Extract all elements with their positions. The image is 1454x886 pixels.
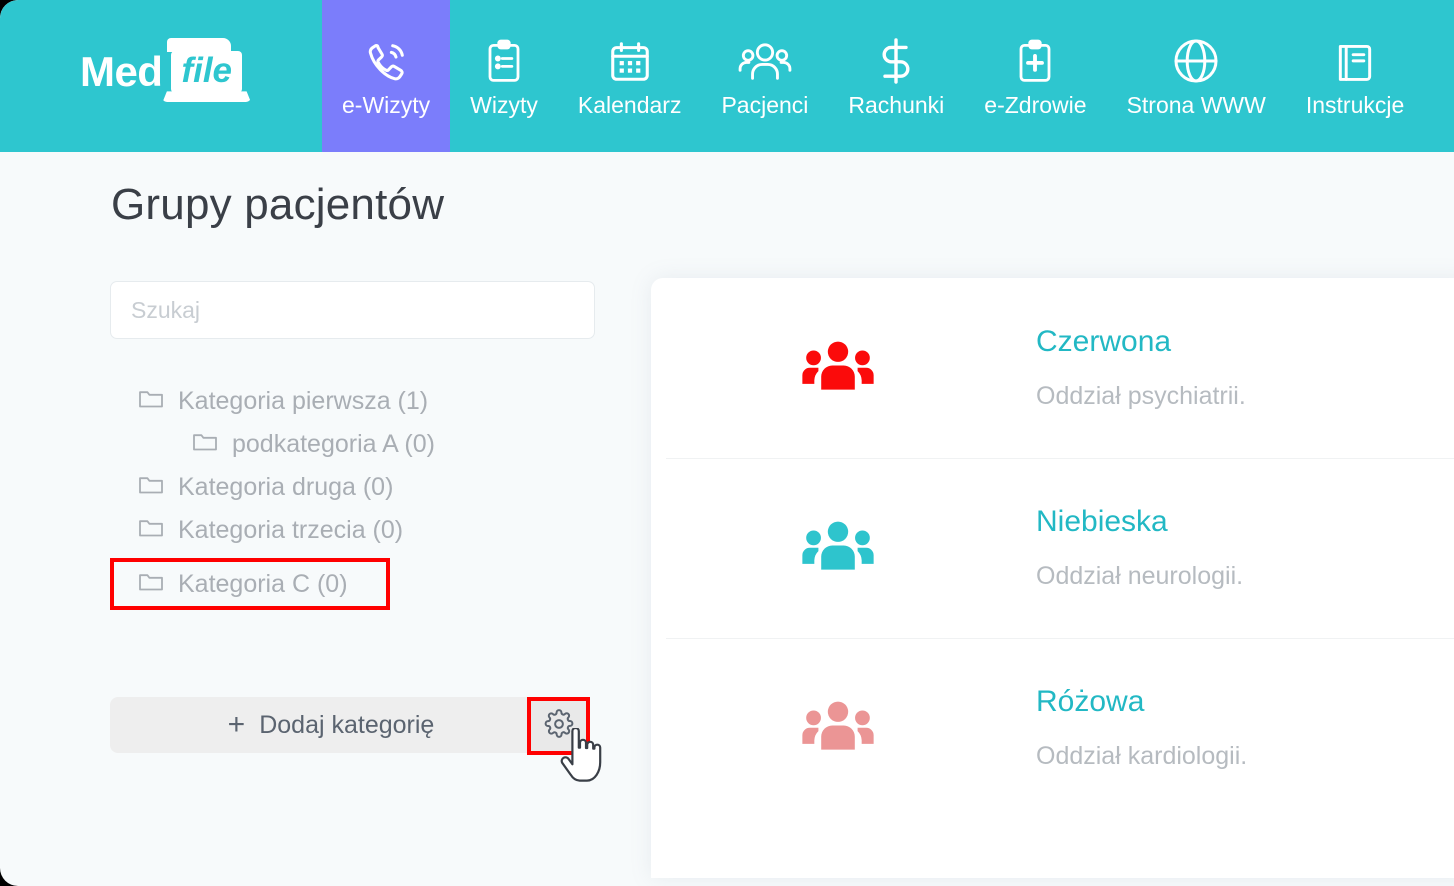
phone-call-icon — [363, 35, 409, 85]
group-description: Oddział neurologii. — [1036, 562, 1244, 590]
nav-item-kalendarz[interactable]: Kalendarz — [558, 0, 702, 152]
top-navigation-bar: Med file e-Wizyty Wizyty Kalendarz Pacje… — [0, 0, 1454, 152]
add-category-button[interactable]: + Dodaj kategorię — [110, 697, 552, 753]
group-row-rozowa[interactable]: Różowa Oddział kardiologii. — [651, 638, 1454, 818]
globe-icon — [1172, 35, 1220, 85]
nav-item-label: Wizyty — [470, 92, 538, 118]
category-tree: Kategoria pierwsza (1) podkategoria A (0… — [110, 380, 610, 610]
nav-item-rachunki[interactable]: Rachunki — [828, 0, 964, 152]
people-group-icon — [738, 35, 792, 85]
group-description: Oddział psychiatrii. — [1036, 382, 1246, 410]
people-group-icon — [801, 338, 875, 399]
brand-logo-file: file — [167, 37, 243, 94]
nav-item-label: Rachunki — [848, 92, 945, 118]
search-input[interactable] — [110, 281, 595, 339]
nav-item-label: e-Zdrowie — [984, 92, 1087, 118]
folder-icon — [138, 571, 164, 598]
tree-item-label: Kategoria pierwsza (1) — [178, 387, 429, 415]
nav-item-label: Strona WWW — [1126, 92, 1266, 118]
brand-logo-med: Med — [79, 48, 163, 95]
group-name-link[interactable]: Niebieska — [1036, 505, 1243, 538]
nav-item-e-zdrowie[interactable]: e-Zdrowie — [964, 0, 1106, 152]
group-name-link[interactable]: Różowa — [1036, 685, 1247, 718]
tree-item-podkategoria-a[interactable]: podkategoria A (0) — [110, 423, 610, 466]
dollar-sign-icon — [878, 35, 914, 85]
category-settings-button[interactable] — [527, 697, 590, 755]
gear-icon — [544, 708, 574, 744]
folder-icon — [138, 388, 164, 415]
group-row-czerwona[interactable]: Czerwona Oddział psychiatrii. — [651, 278, 1454, 458]
add-category-row: + Dodaj kategorię — [110, 697, 596, 753]
folder-icon — [192, 431, 218, 458]
tree-item-label: Kategoria trzecia (0) — [178, 516, 404, 544]
tree-item-label: Kategoria C (0) — [178, 569, 348, 598]
plus-icon: + — [227, 708, 246, 741]
folder-icon — [138, 474, 164, 501]
add-category-label: Dodaj kategorię — [259, 710, 435, 739]
nav-item-label: e-Wizyty — [342, 92, 431, 118]
tree-item-kategoria-trzecia[interactable]: Kategoria trzecia (0) — [110, 509, 610, 552]
group-description: Oddział kardiologii. — [1036, 742, 1248, 770]
nav-item-label: Pacjenci — [721, 92, 809, 118]
brand-logo[interactable]: Med file — [0, 0, 322, 152]
calendar-icon — [607, 35, 653, 85]
tree-item-kategoria-druga[interactable]: Kategoria druga (0) — [110, 466, 610, 509]
people-group-icon — [801, 698, 875, 759]
nav-item-e-wizyty[interactable]: e-Wizyty — [322, 0, 451, 152]
tree-item-kategoria-pierwsza[interactable]: Kategoria pierwsza (1) — [110, 380, 610, 423]
tree-item-kategoria-c[interactable]: Kategoria C (0) — [110, 558, 390, 610]
nav-item-label: Instrukcje — [1305, 92, 1405, 118]
nav-item-strona-www[interactable]: Strona WWW — [1107, 0, 1286, 152]
group-row-niebieska[interactable]: Niebieska Oddział neurologii. — [651, 458, 1454, 638]
nav-item-wizyty[interactable]: Wizyty — [450, 0, 558, 152]
book-icon — [1333, 35, 1377, 85]
app-window: Med file e-Wizyty Wizyty Kalendarz Pacje… — [0, 0, 1454, 886]
people-group-icon — [801, 518, 875, 579]
page-title: Grupy pacjentów — [111, 180, 445, 229]
group-name-link[interactable]: Czerwona — [1036, 325, 1246, 358]
patient-groups-card: Czerwona Oddział psychiatrii. Niebieska … — [651, 278, 1454, 878]
tree-item-label: podkategoria A (0) — [232, 430, 435, 458]
clipboard-medical-icon — [1014, 35, 1056, 85]
nav-item-label: Kalendarz — [577, 92, 682, 118]
folder-icon — [138, 517, 164, 544]
clipboard-list-icon — [483, 35, 525, 85]
tree-item-label: Kategoria druga (0) — [178, 473, 394, 501]
nav-item-pacjenci[interactable]: Pacjenci — [701, 0, 828, 152]
nav-item-instrukcje[interactable]: Instrukcje — [1286, 0, 1424, 152]
